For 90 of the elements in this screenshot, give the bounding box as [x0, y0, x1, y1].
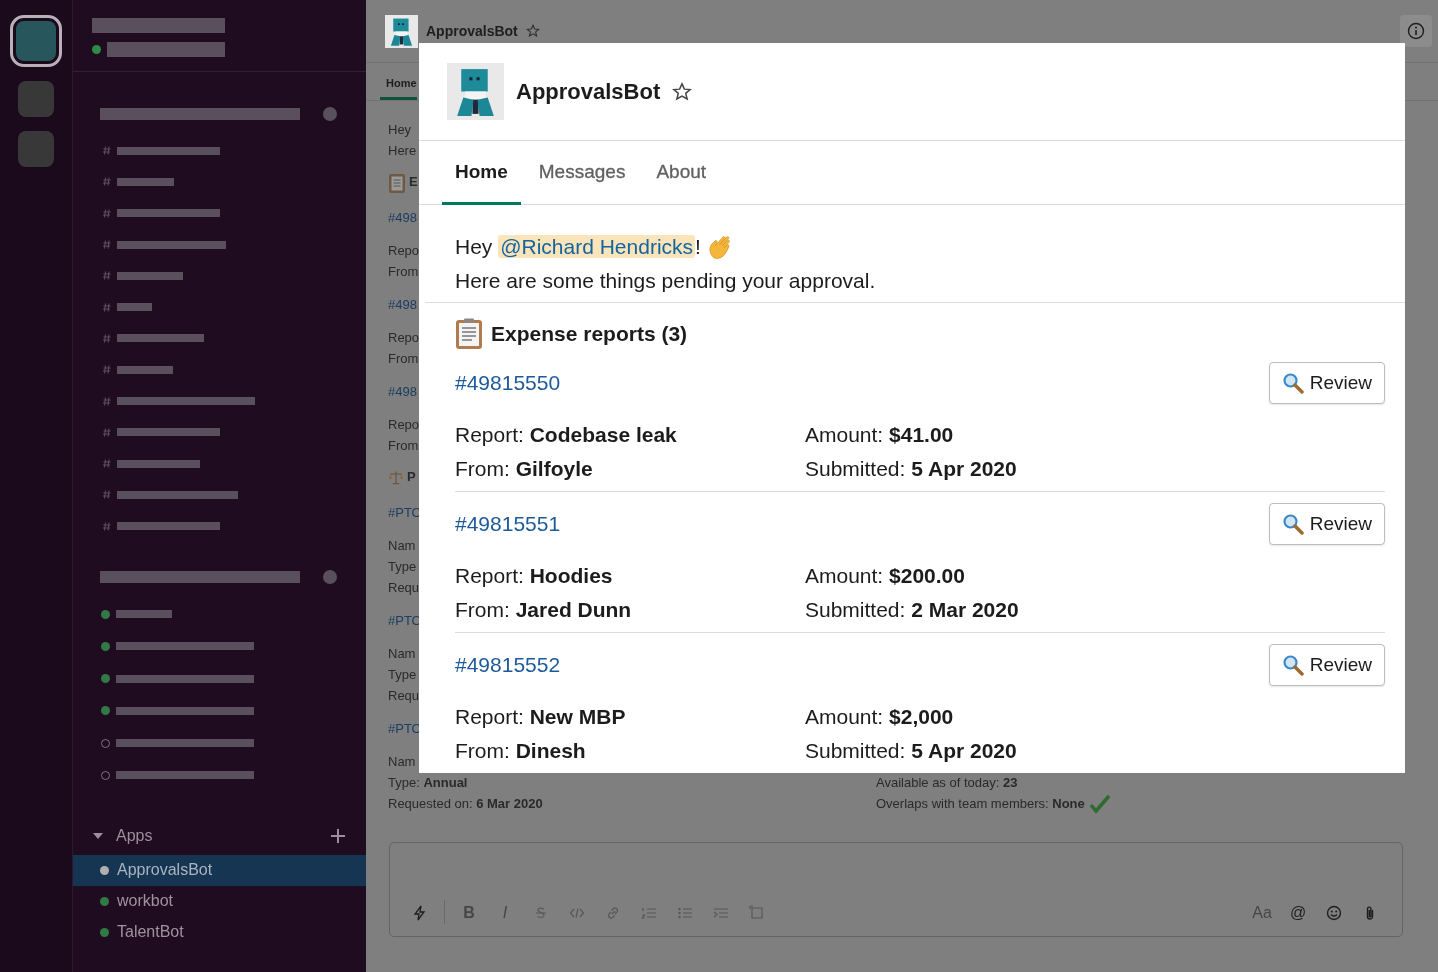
redacted-bar[interactable] — [117, 146, 220, 155]
message-text: Here — [388, 142, 417, 160]
search-icon — [1281, 372, 1304, 394]
field-text: Type — [388, 666, 417, 684]
greeting-text: Hey @Richard Hendricks! — [455, 234, 701, 260]
tab[interactable]: Home — [442, 141, 521, 205]
field-text: Report: New MBP — [455, 704, 627, 730]
redacted-bar[interactable] — [117, 177, 174, 186]
mention-button[interactable]: @ — [1280, 902, 1316, 924]
message-text: Hey — [388, 121, 412, 139]
section-dot — [323, 107, 337, 121]
field-text: From — [388, 350, 419, 368]
section-dot — [323, 569, 337, 584]
redacted-bar[interactable] — [117, 303, 152, 312]
field-text: Type — [388, 558, 417, 576]
search-icon — [1281, 513, 1304, 535]
field-text: Amount: $2,000 — [805, 704, 955, 730]
field-text: Overlaps with team members: None — [876, 795, 1085, 813]
info-icon[interactable] — [1407, 22, 1425, 40]
report-link[interactable]: #49815552 — [455, 648, 561, 682]
intro-text: Here are some things pending your approval. — [425, 264, 1405, 303]
scales-icon — [388, 470, 404, 486]
field-text: Repo — [388, 416, 420, 434]
field-text: Repo — [388, 242, 420, 260]
review-button[interactable]: Review — [1268, 362, 1385, 404]
field-text: Nam — [388, 537, 416, 555]
field-text: From — [388, 263, 419, 281]
redacted-bar[interactable] — [116, 674, 254, 683]
field-text: Submitted: 5 Apr 2020 — [805, 456, 1018, 482]
field-text: Nam — [388, 753, 416, 771]
sidebar-item[interactable]: TalentBot — [73, 916, 366, 948]
emoji-icon[interactable] — [1326, 905, 1342, 921]
redacted-bar[interactable] — [116, 706, 254, 715]
review-button[interactable]: Review — [1268, 503, 1385, 545]
field-text: Requ — [388, 579, 420, 597]
redacted-bar[interactable] — [117, 459, 200, 468]
field-text: Type: Annual — [388, 774, 469, 792]
tab[interactable]: Messages — [525, 141, 639, 205]
field-text: Submitted: 5 Apr 2020 — [805, 738, 1018, 764]
clipboard-icon — [388, 172, 406, 194]
tab[interactable]: About — [643, 141, 720, 205]
redacted-bar[interactable] — [117, 334, 204, 343]
channel-title: ApprovalsBot — [426, 23, 518, 39]
sidebar-item[interactable]: ApprovalsBot — [73, 854, 366, 886]
star-icon[interactable] — [672, 81, 693, 102]
redacted-bar[interactable] — [117, 209, 220, 218]
field-text: Submitted: 2 Mar 2020 — [805, 597, 1020, 623]
field-text: Amount: $41.00 — [805, 422, 955, 448]
lightning-icon[interactable] — [412, 905, 428, 921]
report-link[interactable]: #49815551 — [455, 507, 561, 541]
tab[interactable]: Home — [380, 77, 417, 100]
redacted-bar[interactable] — [117, 271, 183, 280]
workspace-icon[interactable] — [18, 131, 54, 167]
field-text: From: Dinesh — [455, 738, 587, 764]
field-text: Report: Codebase leak — [455, 422, 678, 448]
field-text: Repo — [388, 329, 420, 347]
redacted-bar[interactable] — [116, 771, 254, 780]
section-title: Expense reports (3) — [491, 321, 688, 347]
section-heading: E — [409, 173, 418, 191]
section-heading: P — [407, 468, 416, 486]
field-text: Amount: $200.00 — [805, 563, 966, 589]
field-text: Available as of today: 23 — [876, 774, 1018, 792]
field-text: From: Gilfoyle — [455, 456, 594, 482]
clipboard-icon — [455, 318, 483, 350]
field-text: From: Jared Dunn — [455, 597, 633, 623]
review-button[interactable]: Review — [1268, 644, 1385, 686]
caret-icon[interactable] — [93, 832, 103, 839]
workspace-icon[interactable] — [18, 81, 54, 117]
info-button[interactable] — [1400, 15, 1432, 47]
user-mention[interactable]: @Richard Hendricks — [498, 235, 696, 258]
field-text: From — [388, 437, 419, 455]
app-title: ApprovalsBot — [516, 78, 661, 105]
redacted-bar[interactable] — [117, 522, 220, 531]
star-icon[interactable] — [525, 24, 540, 38]
field-text: Report: Hoodies — [455, 563, 614, 589]
redacted-bar[interactable] — [116, 739, 254, 748]
section-title[interactable]: Apps — [116, 826, 153, 845]
bot-avatar — [447, 63, 504, 120]
field-text: Requested on: 6 Mar 2020 — [388, 795, 544, 813]
redacted-bar[interactable] — [117, 240, 226, 249]
sidebar-item[interactable]: workbot — [73, 885, 366, 917]
redacted-bar[interactable] — [116, 642, 254, 651]
field-text: Requ — [388, 687, 420, 705]
report-link[interactable]: #49815550 — [455, 366, 561, 400]
redacted-bar[interactable] — [117, 490, 238, 499]
redacted-bar[interactable] — [117, 428, 220, 437]
redacted-bar[interactable] — [117, 365, 173, 374]
field-text: Nam — [388, 645, 416, 663]
search-icon — [1281, 654, 1304, 676]
add-icon[interactable] — [330, 827, 346, 844]
